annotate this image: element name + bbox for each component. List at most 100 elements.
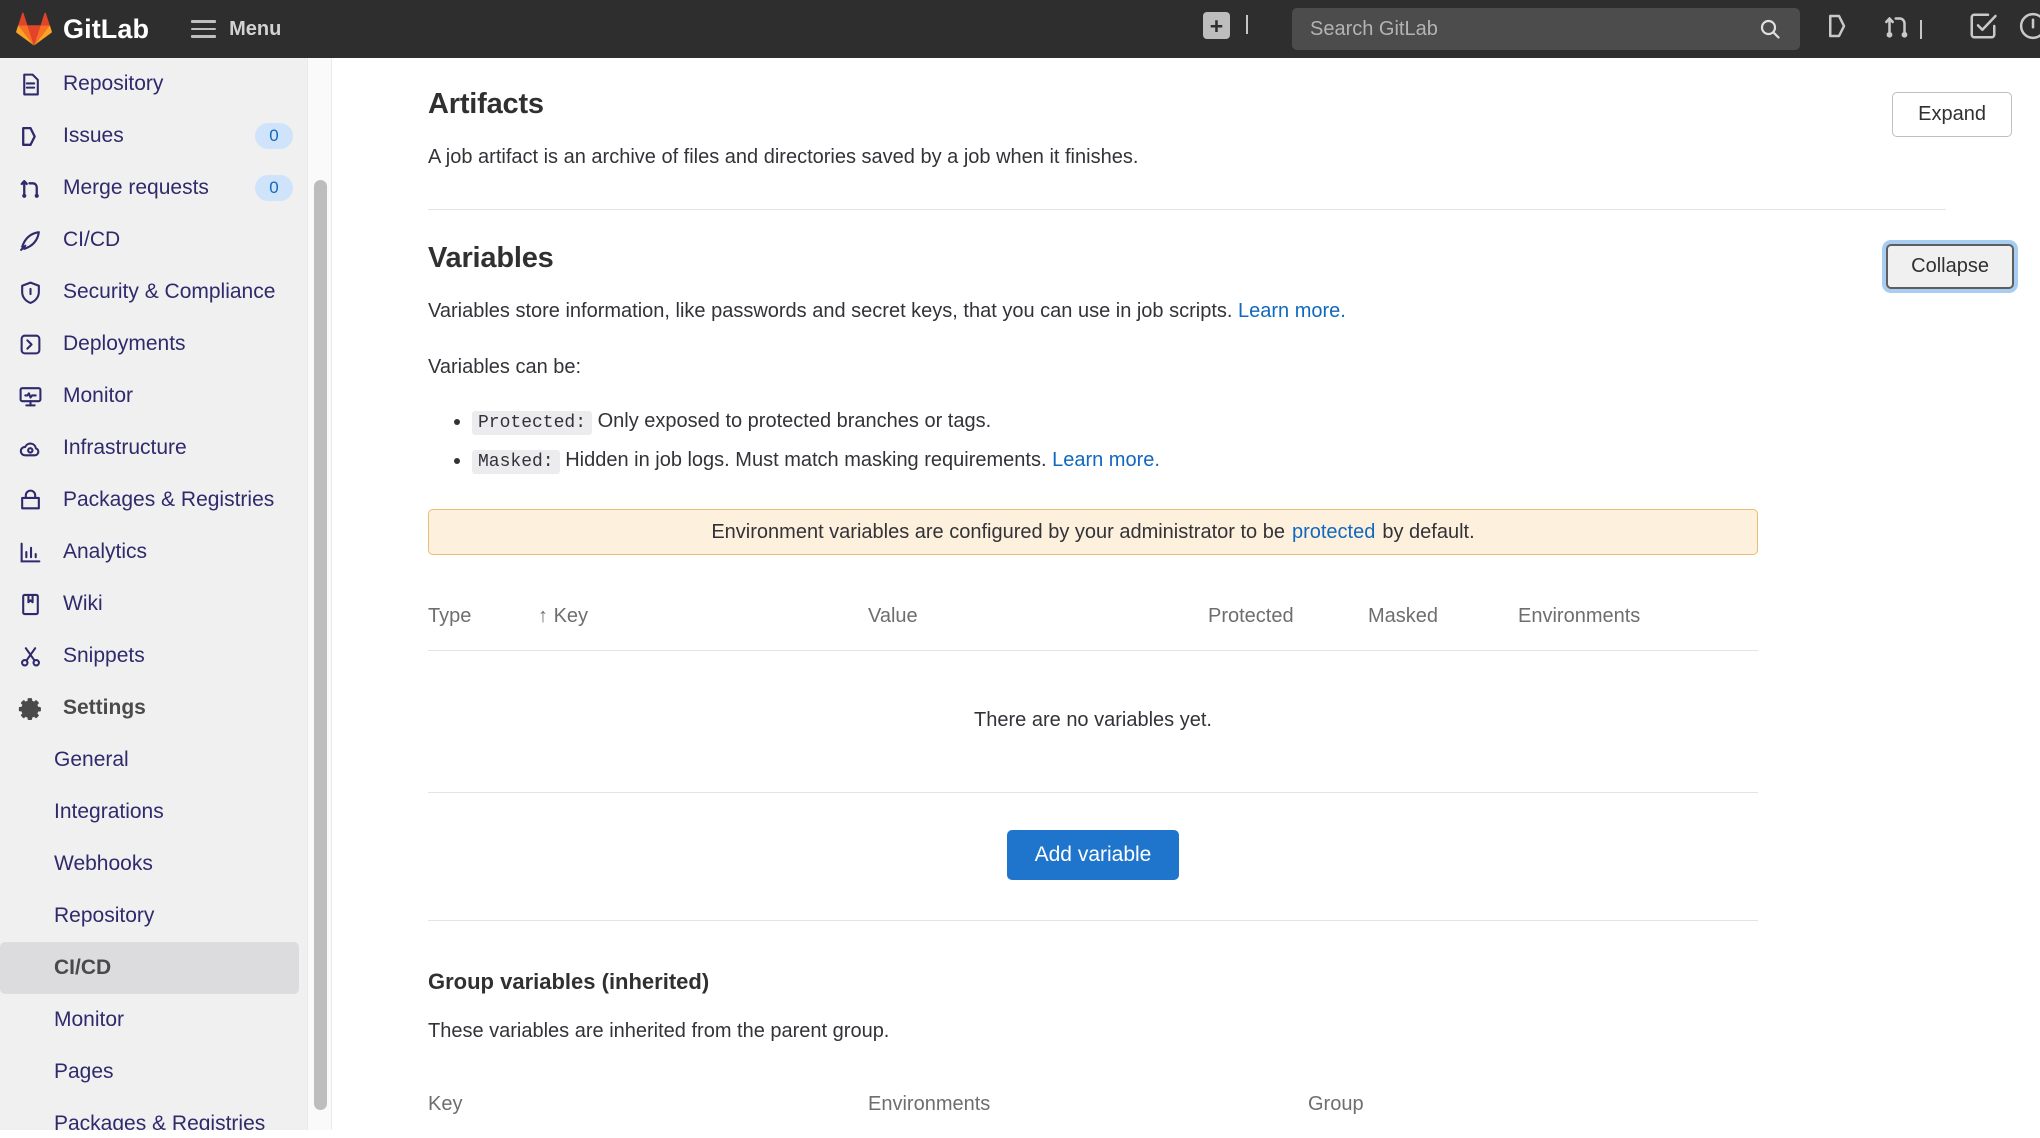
group-col-group[interactable]: Group bbox=[1308, 1093, 1758, 1138]
sidebar-item-merge-requests[interactable]: Merge requests 0 bbox=[0, 162, 307, 214]
artifacts-expand-button[interactable]: Expand bbox=[1892, 92, 2012, 137]
hamburger-menu-icon bbox=[191, 15, 217, 43]
group-variables-section: Group variables (inherited) These variab… bbox=[334, 921, 2040, 1138]
sidebar-subitem-label: Packages & Registries bbox=[54, 1112, 266, 1130]
variables-section: Variables Variables store information, l… bbox=[334, 210, 2040, 921]
variables-intro: Variables store information, like passwo… bbox=[428, 300, 1729, 323]
protected-code-chip: Protected: bbox=[472, 411, 593, 435]
sidebar-item-label: Security & Compliance bbox=[63, 280, 276, 303]
col-masked[interactable]: Masked bbox=[1368, 605, 1518, 651]
search-input[interactable]: Search GitLab bbox=[1292, 8, 1800, 50]
sidebar-item-issues[interactable]: Issues 0 bbox=[0, 110, 307, 162]
issues-icon bbox=[18, 124, 47, 149]
merge-requests-chevron-down-icon[interactable] bbox=[1920, 20, 1922, 39]
col-type[interactable]: Type bbox=[428, 605, 538, 651]
variables-learn-more-link[interactable]: Learn more. bbox=[1238, 300, 1346, 322]
chevron-down-icon bbox=[1246, 14, 1248, 34]
variables-table: Type ↑ Key Value Protected Masked Enviro… bbox=[428, 605, 1758, 792]
create-new-button[interactable]: + bbox=[1203, 12, 1248, 39]
sidebar-item-label: Monitor bbox=[63, 384, 134, 407]
col-key[interactable]: ↑ Key bbox=[538, 605, 868, 651]
help-circle-icon[interactable] bbox=[2018, 11, 2040, 46]
variables-title: Variables bbox=[428, 242, 554, 274]
sidebar-scrollbar-track[interactable] bbox=[307, 58, 332, 1130]
sidebar-subitem-general[interactable]: General bbox=[0, 734, 299, 786]
add-variable-button[interactable]: Add variable bbox=[1006, 830, 1180, 880]
col-environments[interactable]: Environments bbox=[1518, 605, 1758, 651]
sidebar-item-packages-registries[interactable]: Packages & Registries bbox=[0, 474, 307, 526]
group-variables-table-head: Key Environments Group bbox=[428, 1093, 1758, 1138]
sidebar-item-label: Analytics bbox=[63, 540, 148, 563]
gitlab-logo-svg bbox=[16, 12, 52, 46]
cloud-gear-icon bbox=[18, 436, 47, 461]
chart-bar-icon bbox=[18, 540, 47, 565]
sidebar-item-ci-cd[interactable]: CI/CD bbox=[0, 214, 307, 266]
variables-table-body: There are no variables yet. bbox=[428, 650, 1758, 792]
sidebar-item-repository[interactable]: Repository bbox=[0, 58, 307, 110]
sidebar-item-snippets[interactable]: Snippets bbox=[0, 630, 307, 682]
col-key-label: Key bbox=[553, 605, 589, 627]
sidebar-subitem-label: Integrations bbox=[54, 800, 164, 823]
sidebar-subitem-label: Pages bbox=[54, 1060, 114, 1083]
group-col-key[interactable]: Key bbox=[428, 1093, 868, 1138]
sidebar-item-settings[interactable]: Settings bbox=[0, 682, 307, 734]
sidebar-item-label: Deployments bbox=[63, 332, 186, 355]
sort-ascending-arrow-icon: ↑ bbox=[538, 605, 548, 627]
sidebar-item-label: Merge requests bbox=[63, 176, 209, 199]
sidebar-item-wiki[interactable]: Wiki bbox=[0, 578, 307, 630]
variables-bullet-list: Protected: Only exposed to protected bra… bbox=[428, 405, 1729, 479]
rocket-icon bbox=[18, 228, 47, 253]
sidebar-subitem-integrations[interactable]: Integrations bbox=[0, 786, 299, 838]
sidebar-item-label: Settings bbox=[63, 696, 146, 719]
sidebar-item-label: Packages & Registries bbox=[63, 488, 275, 511]
todos-checkbox-icon[interactable] bbox=[1968, 11, 1998, 46]
sidebar-subitem-repository[interactable]: Repository bbox=[0, 890, 299, 942]
col-protected[interactable]: Protected bbox=[1208, 605, 1368, 651]
sidebar-item-security-compliance[interactable]: Security & Compliance bbox=[0, 266, 307, 318]
sidebar-scrollbar-thumb[interactable] bbox=[314, 180, 327, 1110]
merge-request-icon bbox=[18, 176, 47, 201]
sidebar-item-analytics[interactable]: Analytics bbox=[0, 526, 307, 578]
col-value[interactable]: Value bbox=[868, 605, 1208, 651]
artifacts-description: A job artifact is an archive of files an… bbox=[428, 146, 1139, 168]
sidebar-subitem-label: Webhooks bbox=[54, 852, 153, 875]
variables-table-head: Type ↑ Key Value Protected Masked Enviro… bbox=[428, 605, 1758, 651]
search-placeholder: Search GitLab bbox=[1310, 17, 1438, 40]
alert-suffix-text: by default. bbox=[1382, 520, 1475, 543]
book-icon bbox=[18, 592, 47, 617]
sidebar-item-label: Issues bbox=[63, 124, 124, 147]
protected-text: Only exposed to protected branches or ta… bbox=[597, 410, 992, 432]
alert-protected-link[interactable]: protected bbox=[1292, 521, 1375, 544]
group-variables-table: Key Environments Group bbox=[428, 1093, 1758, 1138]
sidebar-item-infrastructure[interactable]: Infrastructure bbox=[0, 422, 307, 474]
sidebar-subitem-label: Monitor bbox=[54, 1008, 125, 1031]
search-icon bbox=[1758, 17, 1782, 46]
sidebar-item-deployments[interactable]: Deployments bbox=[0, 318, 307, 370]
issues-count-badge: 0 bbox=[255, 123, 293, 149]
sidebar-subitem-packages-registries[interactable]: Packages & Registries bbox=[0, 1098, 299, 1130]
masking-learn-more-link[interactable]: Learn more. bbox=[1052, 449, 1160, 471]
masked-text: Hidden in job logs. Must match masking r… bbox=[565, 449, 1047, 471]
sidebar-subitem-ci-cd[interactable]: CI/CD bbox=[0, 942, 299, 994]
sidebar-subitem-pages[interactable]: Pages bbox=[0, 1046, 299, 1098]
group-variables-description: These variables are inherited from the p… bbox=[428, 1020, 890, 1042]
sidebar-subitem-webhooks[interactable]: Webhooks bbox=[0, 838, 299, 890]
variables-collapse-focus-ring: Collapse bbox=[1882, 240, 2018, 293]
sidebar-subitem-monitor[interactable]: Monitor bbox=[0, 994, 299, 1046]
sidebar-item-monitor[interactable]: Monitor bbox=[0, 370, 307, 422]
gitlab-logo-icon[interactable] bbox=[16, 12, 52, 46]
sidebar-subitem-label: General bbox=[54, 748, 129, 771]
protected-by-default-alert: Environment variables are configured by … bbox=[428, 509, 1758, 555]
variables-intro-text: Variables store information, like passwo… bbox=[428, 300, 1233, 322]
variables-collapse-button[interactable]: Collapse bbox=[1886, 244, 2014, 289]
merge-requests-icon[interactable] bbox=[1882, 11, 1912, 46]
main-menu-button[interactable]: Menu bbox=[191, 15, 281, 43]
sidebar-subitem-label: CI/CD bbox=[54, 956, 112, 979]
sidebar-item-label: Infrastructure bbox=[63, 436, 187, 459]
issues-icon[interactable] bbox=[1824, 11, 1854, 46]
main-menu-label: Menu bbox=[229, 17, 282, 40]
variables-can-be-label: Variables can be: bbox=[428, 356, 582, 378]
group-col-environments[interactable]: Environments bbox=[868, 1093, 1308, 1138]
table-header-row: Type ↑ Key Value Protected Masked Enviro… bbox=[428, 605, 1758, 651]
list-item: Masked: Hidden in job logs. Must match m… bbox=[472, 444, 1729, 479]
